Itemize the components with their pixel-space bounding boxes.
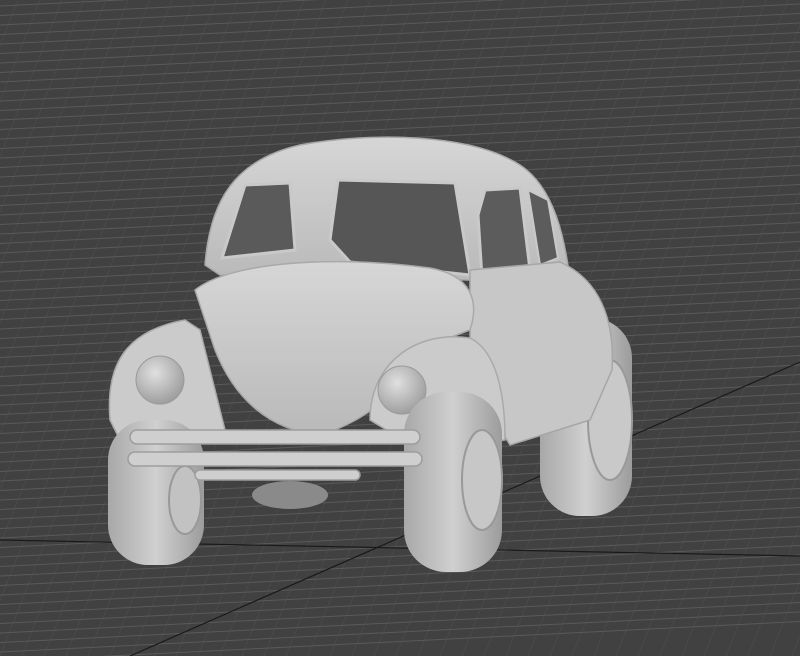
viewport-scene[interactable] [0, 0, 800, 656]
side-window [476, 186, 532, 280]
3d-viewport[interactable] [0, 0, 800, 656]
left-headlight [135, 355, 185, 405]
grid-line [0, 0, 321, 16]
front-right-tire [404, 392, 503, 572]
rear-left-tire [252, 481, 328, 509]
windshield-right [328, 178, 472, 277]
